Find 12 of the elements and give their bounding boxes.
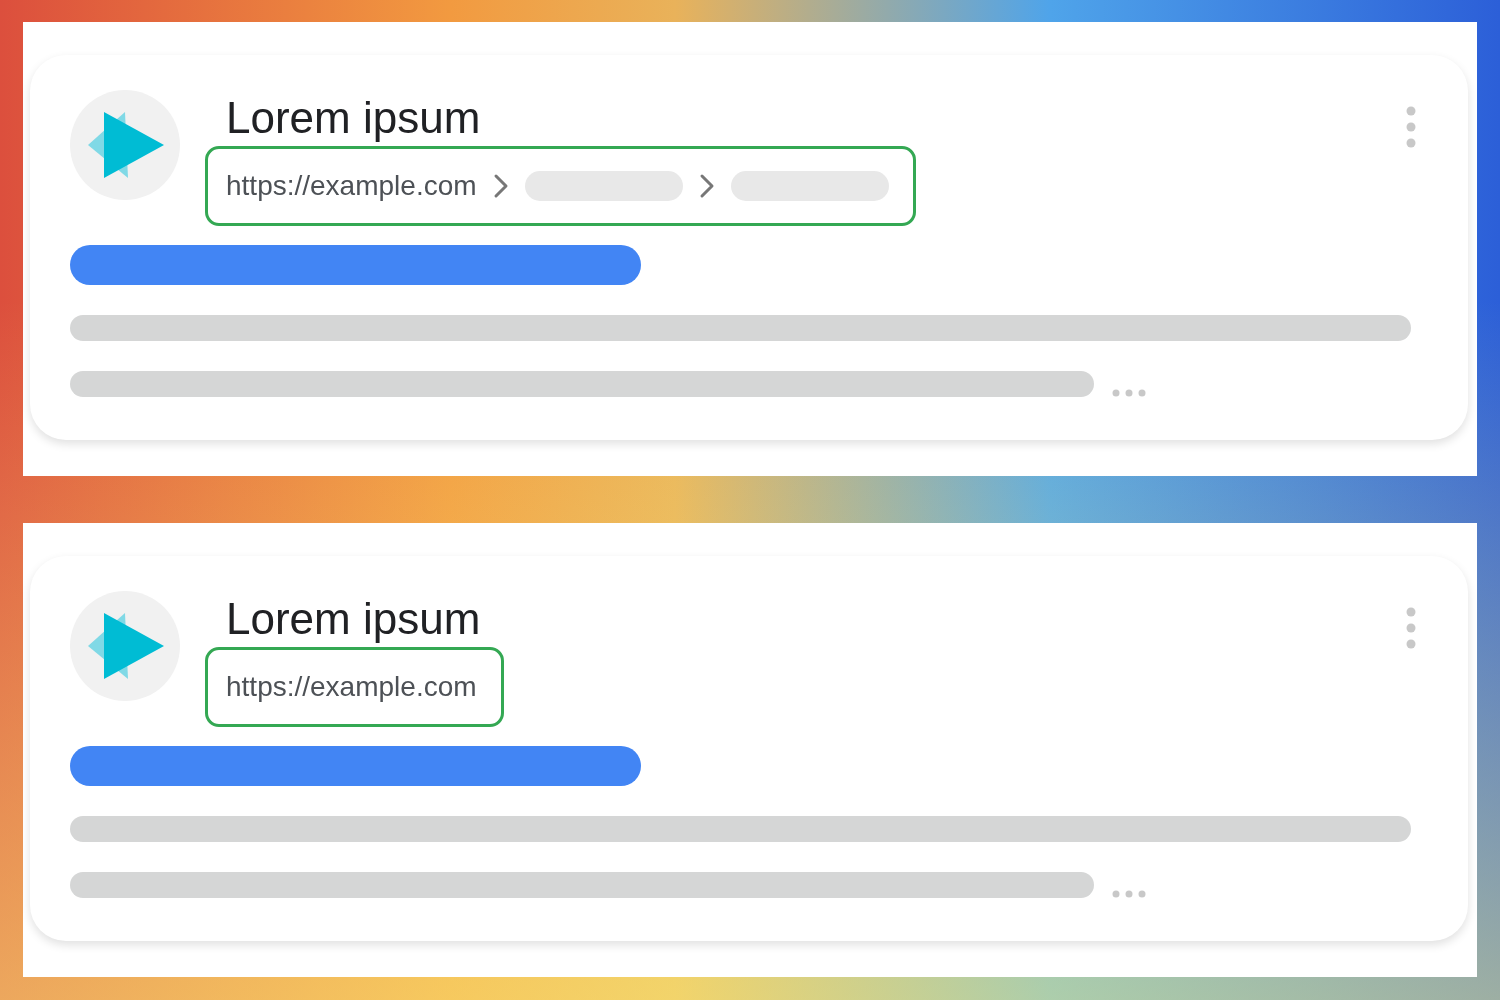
more-options-icon[interactable] (1406, 106, 1416, 148)
chevron-right-icon (492, 173, 509, 199)
site-url[interactable]: https://example.com (226, 670, 477, 704)
result-title[interactable]: Lorem ipsum (226, 94, 916, 142)
ellipsis-icon (1112, 389, 1146, 397)
chevron-right-icon (698, 173, 715, 199)
result-title[interactable]: Lorem ipsum (226, 595, 504, 643)
play-logo-icon (70, 591, 180, 701)
site-url[interactable]: https://example.com (226, 169, 477, 203)
more-options-icon[interactable] (1406, 607, 1416, 649)
play-logo-icon (70, 90, 180, 200)
ellipsis-icon (1112, 890, 1146, 898)
